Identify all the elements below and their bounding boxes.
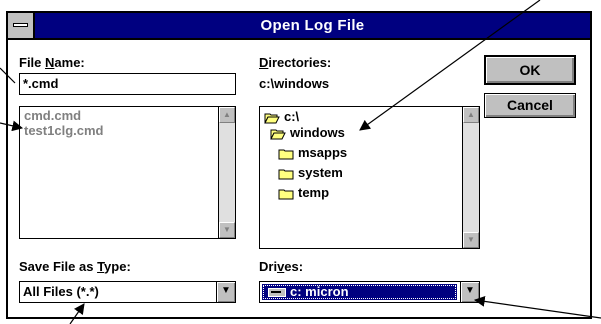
scroll-up-icon[interactable]: ▲	[463, 107, 479, 123]
system-menu-button[interactable]	[8, 13, 35, 38]
file-item-cmd[interactable]: cmd.cmd	[24, 108, 81, 123]
folder-icon	[278, 149, 294, 160]
open-folder-icon	[270, 129, 286, 140]
file-name-input[interactable]: *.cmd	[19, 73, 236, 95]
save-type-label: Save File as Type:	[19, 259, 131, 274]
dir-item-temp[interactable]: temp	[278, 185, 329, 200]
scroll-down-icon[interactable]: ▼	[219, 222, 235, 238]
cancel-button[interactable]: Cancel	[484, 93, 576, 118]
folder-icon	[278, 169, 294, 180]
drives-label: Drives:	[259, 259, 304, 274]
chevron-down-icon[interactable]: ▼	[216, 282, 235, 302]
current-directory-path: c:\windows	[259, 76, 330, 91]
file-list-scrollbar[interactable]: ▲ ▼	[218, 107, 235, 238]
scroll-down-icon[interactable]: ▼	[463, 232, 479, 248]
dialog-title: Open Log File	[260, 17, 365, 34]
scroll-up-icon[interactable]: ▲	[219, 107, 235, 123]
chevron-down-icon[interactable]: ▼	[460, 282, 479, 302]
drive-value: c: micron	[290, 284, 349, 299]
file-list[interactable]: cmd.cmd test1clg.cmd ▲ ▼	[19, 106, 236, 239]
save-type-select[interactable]: All Files (*.*) ▼	[19, 281, 236, 303]
dir-item-system[interactable]: system	[278, 165, 343, 180]
drive-selection: c: micron	[262, 284, 457, 300]
folder-icon	[278, 189, 294, 200]
save-type-value: All Files (*.*)	[23, 284, 99, 299]
title-bar: Open Log File	[8, 13, 590, 40]
directory-list-scrollbar[interactable]: ▲ ▼	[462, 107, 479, 248]
dir-item-msapps[interactable]: msapps	[278, 145, 347, 160]
ok-button[interactable]: OK	[484, 55, 576, 85]
directories-label: Directories:	[259, 55, 332, 70]
open-folder-icon	[264, 113, 280, 124]
directory-list[interactable]: c:\ windows msapps system temp ▲ ▼	[259, 106, 480, 249]
system-menu-icon	[13, 23, 28, 27]
file-name-label: File Name:	[19, 55, 85, 70]
file-item-test1clg[interactable]: test1clg.cmd	[24, 123, 103, 138]
hard-drive-icon	[268, 288, 286, 297]
open-log-file-dialog: Open Log File File Name: *.cmd cmd.cmd t…	[6, 11, 592, 319]
drives-select[interactable]: c: micron ▼	[259, 281, 480, 303]
dir-item-windows[interactable]: windows	[270, 125, 345, 140]
dir-item-root[interactable]: c:\	[264, 109, 299, 124]
